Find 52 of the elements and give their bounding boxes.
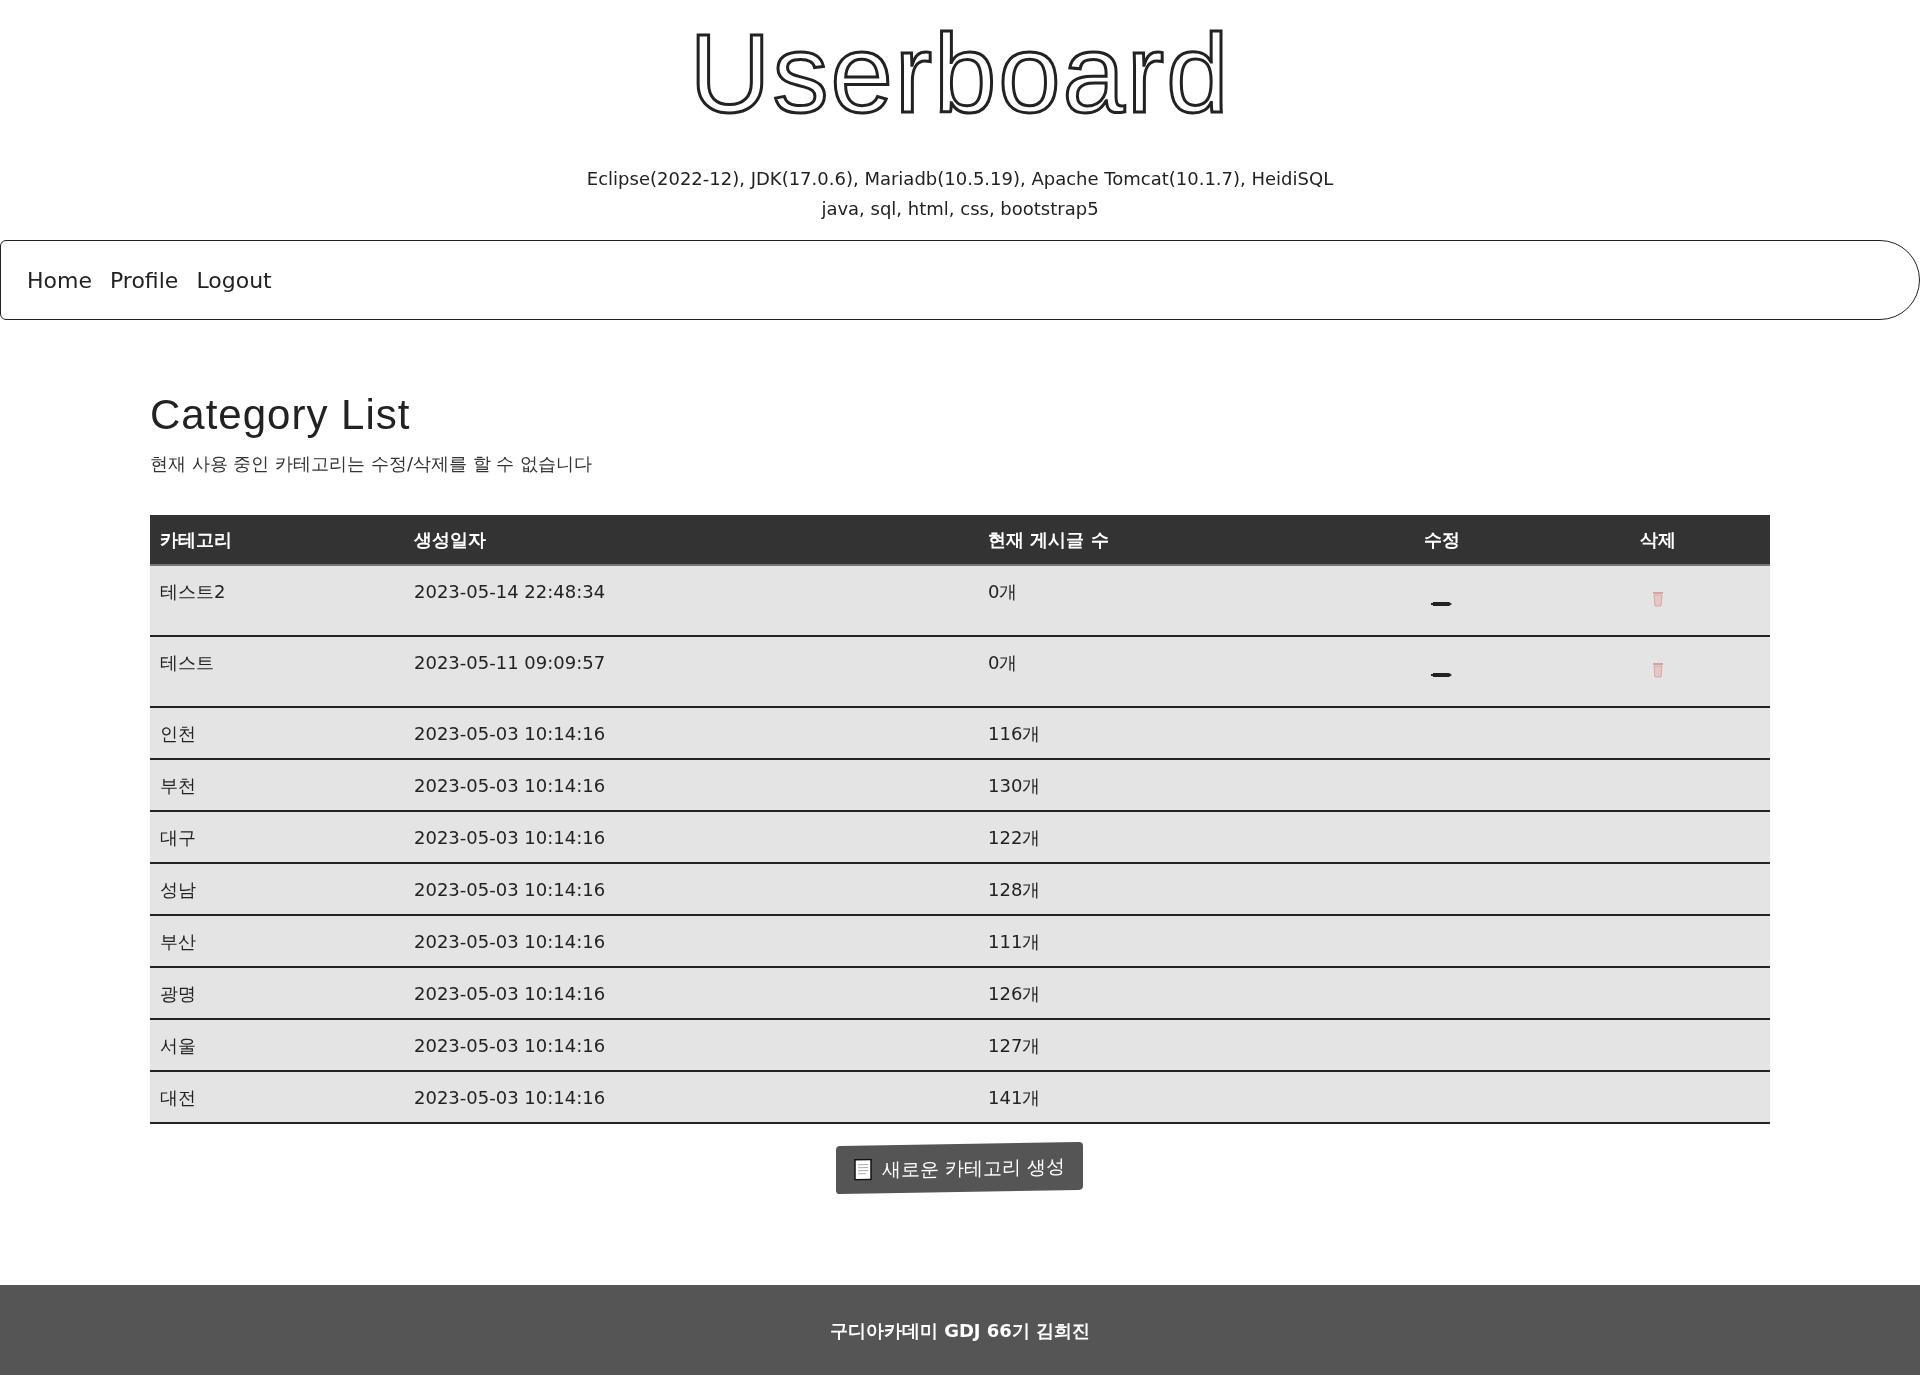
table-cell: 2023-05-03 10:14:16	[404, 707, 978, 759]
table-cell: 대전	[150, 1071, 404, 1123]
nav-link[interactable]: Logout	[196, 263, 272, 297]
table-cell: 116개	[978, 707, 1338, 759]
edit-link[interactable]	[1431, 672, 1453, 678]
page-heading: Category List	[150, 390, 412, 440]
table-cell: 부산	[150, 915, 404, 967]
column-header: 수정	[1338, 515, 1546, 565]
tech-stack-text: java, sql, html, css, bootstrap5	[821, 197, 1099, 221]
pen-icon	[1431, 601, 1453, 607]
table-cell: 0개	[978, 636, 1338, 707]
document-icon	[854, 1158, 873, 1181]
table-cell: 0개	[978, 565, 1338, 636]
table-cell: 128개	[978, 863, 1338, 915]
nav-link[interactable]: Profile	[109, 263, 179, 297]
table-cell: 111개	[978, 915, 1338, 967]
table-cell: 서울	[150, 1019, 404, 1071]
table-cell: 테스트2	[150, 565, 404, 636]
table-cell: 2023-05-03 10:14:16	[404, 863, 978, 915]
table-cell: 2023-05-11 09:09:57	[404, 636, 978, 707]
table-cell: 130개	[978, 759, 1338, 811]
table-cell: 2023-05-03 10:14:16	[404, 915, 978, 967]
pen-icon	[1431, 672, 1453, 678]
table-cell: 광명	[150, 967, 404, 1019]
site-title: Userboard	[689, 14, 1231, 134]
table-cell: 2023-05-14 22:48:34	[404, 565, 978, 636]
create-category-button[interactable]: 새로운 카테고리 생성	[836, 1141, 1084, 1195]
page-note: 현재 사용 중인 카테고리는 수정/삭제를 할 수 없습니다	[150, 452, 594, 476]
column-header: 카테고리	[150, 515, 404, 565]
table-cell: 2023-05-03 10:14:16	[404, 967, 978, 1019]
table-cell: 2023-05-03 10:14:16	[404, 1019, 978, 1071]
trash-icon	[1652, 662, 1664, 678]
table-cell: 대구	[150, 811, 404, 863]
column-header: 생성일자	[404, 515, 978, 565]
table-cell: 122개	[978, 811, 1338, 863]
table-cell: 테스트	[150, 636, 404, 707]
table-cell: 2023-05-03 10:14:16	[404, 811, 978, 863]
table-cell: 성남	[150, 863, 404, 915]
nav-link[interactable]: Home	[27, 263, 92, 297]
table-cell: 2023-05-03 10:14:16	[404, 1071, 978, 1123]
table-cell: 141개	[978, 1071, 1338, 1123]
column-header: 현재 게시글 수	[978, 515, 1338, 565]
trash-icon	[1652, 591, 1664, 607]
column-header: 삭제	[1546, 515, 1770, 565]
tech-stack-text: Eclipse(2022-12), JDK(17.0.6), Mariadb(10.5.19), Apache Tomcat(10.1.7), HeidiSQL	[586, 167, 1334, 191]
table-cell: 2023-05-03 10:14:16	[404, 759, 978, 811]
footer-text: 구디아카데미 GDJ 66기 김희진	[829, 1318, 1091, 1343]
table-cell: 부천	[150, 759, 404, 811]
table-cell: 127개	[978, 1019, 1338, 1071]
edit-link[interactable]	[1431, 601, 1453, 607]
table-cell: 인천	[150, 707, 404, 759]
table-cell: 126개	[978, 967, 1338, 1019]
